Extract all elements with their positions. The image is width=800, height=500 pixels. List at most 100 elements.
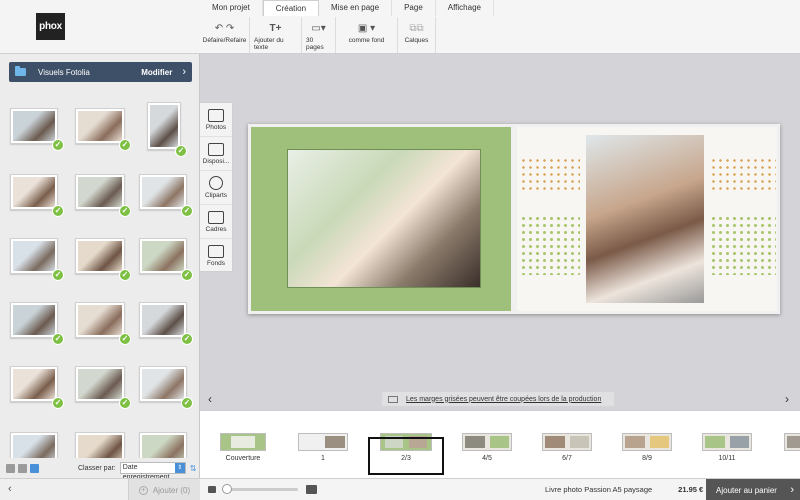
filmstrip-thumbnail bbox=[542, 433, 592, 451]
zoom-slider[interactable] bbox=[222, 484, 298, 494]
left-page-photo[interactable] bbox=[287, 149, 481, 288]
pages-button[interactable]: ▭▾ 30 pages bbox=[302, 17, 336, 53]
photo-thumbnail[interactable] bbox=[75, 174, 125, 210]
side-tool-layout[interactable]: Disposi... bbox=[200, 137, 232, 171]
side-toolbar: Photos Disposi... Cliparts Cadres Fonds bbox=[200, 102, 233, 272]
filmstrip-page[interactable]: Couverture bbox=[220, 433, 266, 462]
tab-mise-en-page[interactable]: Mise en page bbox=[319, 0, 393, 16]
right-page[interactable] bbox=[514, 124, 780, 314]
check-icon: ✓ bbox=[119, 397, 131, 409]
tab-mon-projet[interactable]: Mon projet bbox=[200, 0, 263, 16]
bottom-bar: Livre photo Passion A5 paysage 21.95 € A… bbox=[200, 478, 800, 500]
folder-bar[interactable]: Visuels Fotolia Modifier › bbox=[9, 62, 192, 82]
side-tool-label: Disposi... bbox=[202, 157, 230, 165]
sort-row: Classer par: Date enregistrement ⇕ ⇅ bbox=[0, 458, 200, 481]
frame-icon bbox=[208, 210, 224, 224]
prev-page-arrow-icon[interactable]: ‹ bbox=[208, 392, 212, 406]
filmstrip-page[interactable]: 10/11 bbox=[702, 433, 752, 462]
check-icon: ✓ bbox=[119, 269, 131, 281]
right-page-photo[interactable] bbox=[586, 135, 704, 303]
side-tool-backgrounds[interactable]: Fonds bbox=[200, 239, 232, 273]
view-large-icon[interactable] bbox=[30, 463, 39, 473]
background-button[interactable]: ▣ ▾ comme fond bbox=[336, 17, 398, 53]
filmstrip-label: 8/9 bbox=[642, 455, 652, 462]
photo-thumbnail[interactable] bbox=[75, 108, 125, 144]
bottom-left-bar: ‹ + Ajouter (0) bbox=[0, 478, 200, 500]
tab-page[interactable]: Page bbox=[392, 0, 436, 16]
undo-redo-button[interactable]: ↶ ↷ Défaire/Refaire bbox=[200, 17, 250, 53]
photo-thumbnail[interactable] bbox=[139, 366, 187, 402]
margin-notice-text: Les marges grisées peuvent être coupées … bbox=[406, 395, 602, 403]
photo-thumbnail[interactable] bbox=[75, 302, 125, 338]
zoom-out-icon[interactable] bbox=[208, 486, 216, 493]
filmstrip-page[interactable]: 1 bbox=[298, 433, 348, 462]
side-tool-label: Cadres bbox=[205, 225, 227, 233]
toolbar: ↶ ↷ Défaire/Refaire T+ Ajouter du texte … bbox=[200, 17, 436, 53]
check-icon: ✓ bbox=[181, 333, 193, 345]
photo-thumbnail[interactable] bbox=[139, 238, 187, 274]
selected-page-frame bbox=[368, 437, 444, 475]
pattern-band bbox=[520, 157, 580, 191]
photo-thumbnail[interactable] bbox=[147, 102, 181, 150]
sort-select[interactable]: Date enregistrement ⇕ bbox=[119, 462, 186, 481]
photo-thumbnail[interactable] bbox=[75, 238, 125, 274]
book-spread[interactable] bbox=[248, 124, 780, 314]
plus-circle-icon: + bbox=[138, 485, 148, 495]
photo-thumbnail[interactable] bbox=[75, 366, 125, 402]
left-footer: Classer par: Date enregistrement ⇕ ⇅ ‹ +… bbox=[0, 458, 200, 500]
photo-thumbnail[interactable] bbox=[10, 432, 58, 458]
chevron-right-icon[interactable]: › bbox=[182, 66, 186, 78]
photo-thumbnail[interactable] bbox=[10, 366, 58, 402]
photo-thumbnail[interactable] bbox=[10, 238, 58, 274]
check-icon: ✓ bbox=[119, 139, 131, 151]
filmstrip-page[interactable] bbox=[784, 433, 800, 451]
add-label: Ajouter (0) bbox=[152, 485, 191, 495]
check-icon: ✓ bbox=[52, 205, 64, 217]
filmstrip-thumbnail bbox=[462, 433, 512, 451]
editor-canvas: Photos Disposi... Cliparts Cadres Fonds bbox=[200, 54, 800, 410]
side-tool-photos[interactable]: Photos bbox=[200, 103, 232, 137]
photo-thumbnail[interactable] bbox=[139, 302, 187, 338]
side-tool-label: Fonds bbox=[206, 260, 226, 267]
side-tool-cliparts[interactable]: Cliparts bbox=[200, 171, 232, 205]
add-to-cart-button[interactable]: Ajouter au panier › bbox=[706, 479, 800, 500]
filmstrip-page[interactable]: 4/5 bbox=[462, 433, 512, 462]
filmstrip-page[interactable]: 6/7 bbox=[542, 433, 592, 462]
side-tool-label: Cliparts bbox=[204, 192, 228, 199]
next-page-arrow-icon[interactable]: › bbox=[785, 392, 789, 406]
smiley-icon bbox=[209, 176, 223, 190]
zoom-in-icon[interactable] bbox=[306, 485, 317, 494]
photo-thumbnail[interactable] bbox=[10, 302, 58, 338]
tab-creation[interactable]: Création bbox=[262, 0, 320, 16]
photo-thumbnail[interactable] bbox=[10, 174, 58, 210]
sort-direction-icon[interactable]: ⇅ bbox=[190, 464, 197, 473]
price: 21.95 € bbox=[678, 485, 704, 494]
add-text-button[interactable]: T+ Ajouter du texte bbox=[250, 17, 302, 53]
photo-thumbnail[interactable] bbox=[75, 432, 125, 458]
background-label: comme fond bbox=[348, 37, 385, 44]
logo-area: phox bbox=[0, 0, 200, 54]
margin-notice[interactable]: Les marges grisées peuvent être coupées … bbox=[382, 392, 614, 406]
modify-button[interactable]: Modifier bbox=[141, 68, 172, 77]
add-button[interactable]: + Ajouter (0) bbox=[128, 479, 200, 500]
side-tool-frames[interactable]: Cadres bbox=[200, 205, 232, 239]
layers-label: Calques bbox=[404, 37, 429, 44]
left-page[interactable] bbox=[248, 124, 514, 314]
layers-button[interactable]: ⧉⧉ Calques bbox=[398, 17, 436, 53]
filmstrip-thumbnail bbox=[702, 433, 752, 451]
filmstrip-page[interactable]: 8/9 bbox=[622, 433, 672, 462]
photo-thumbnail[interactable] bbox=[139, 174, 187, 210]
select-arrows-icon: ⇕ bbox=[174, 463, 185, 473]
left-panel: phox Visuels Fotolia Modifier › ✓ ✓ ✓ ✓ ✓ ✓ ✓ ✓… bbox=[0, 0, 200, 500]
photo-thumbnail[interactable] bbox=[139, 432, 187, 458]
back-chevron-icon[interactable]: ‹ bbox=[8, 483, 12, 495]
folder-icon bbox=[15, 66, 26, 76]
zoom-slider-handle[interactable] bbox=[222, 484, 232, 494]
tab-affichage[interactable]: Affichage bbox=[436, 0, 494, 16]
view-medium-icon[interactable] bbox=[18, 463, 27, 473]
check-icon: ✓ bbox=[52, 333, 64, 345]
photo-thumbnail[interactable] bbox=[10, 108, 58, 144]
filmstrip-label: 1 bbox=[321, 455, 325, 462]
filmstrip-thumbnail bbox=[784, 433, 800, 451]
view-small-icon[interactable] bbox=[6, 463, 15, 473]
